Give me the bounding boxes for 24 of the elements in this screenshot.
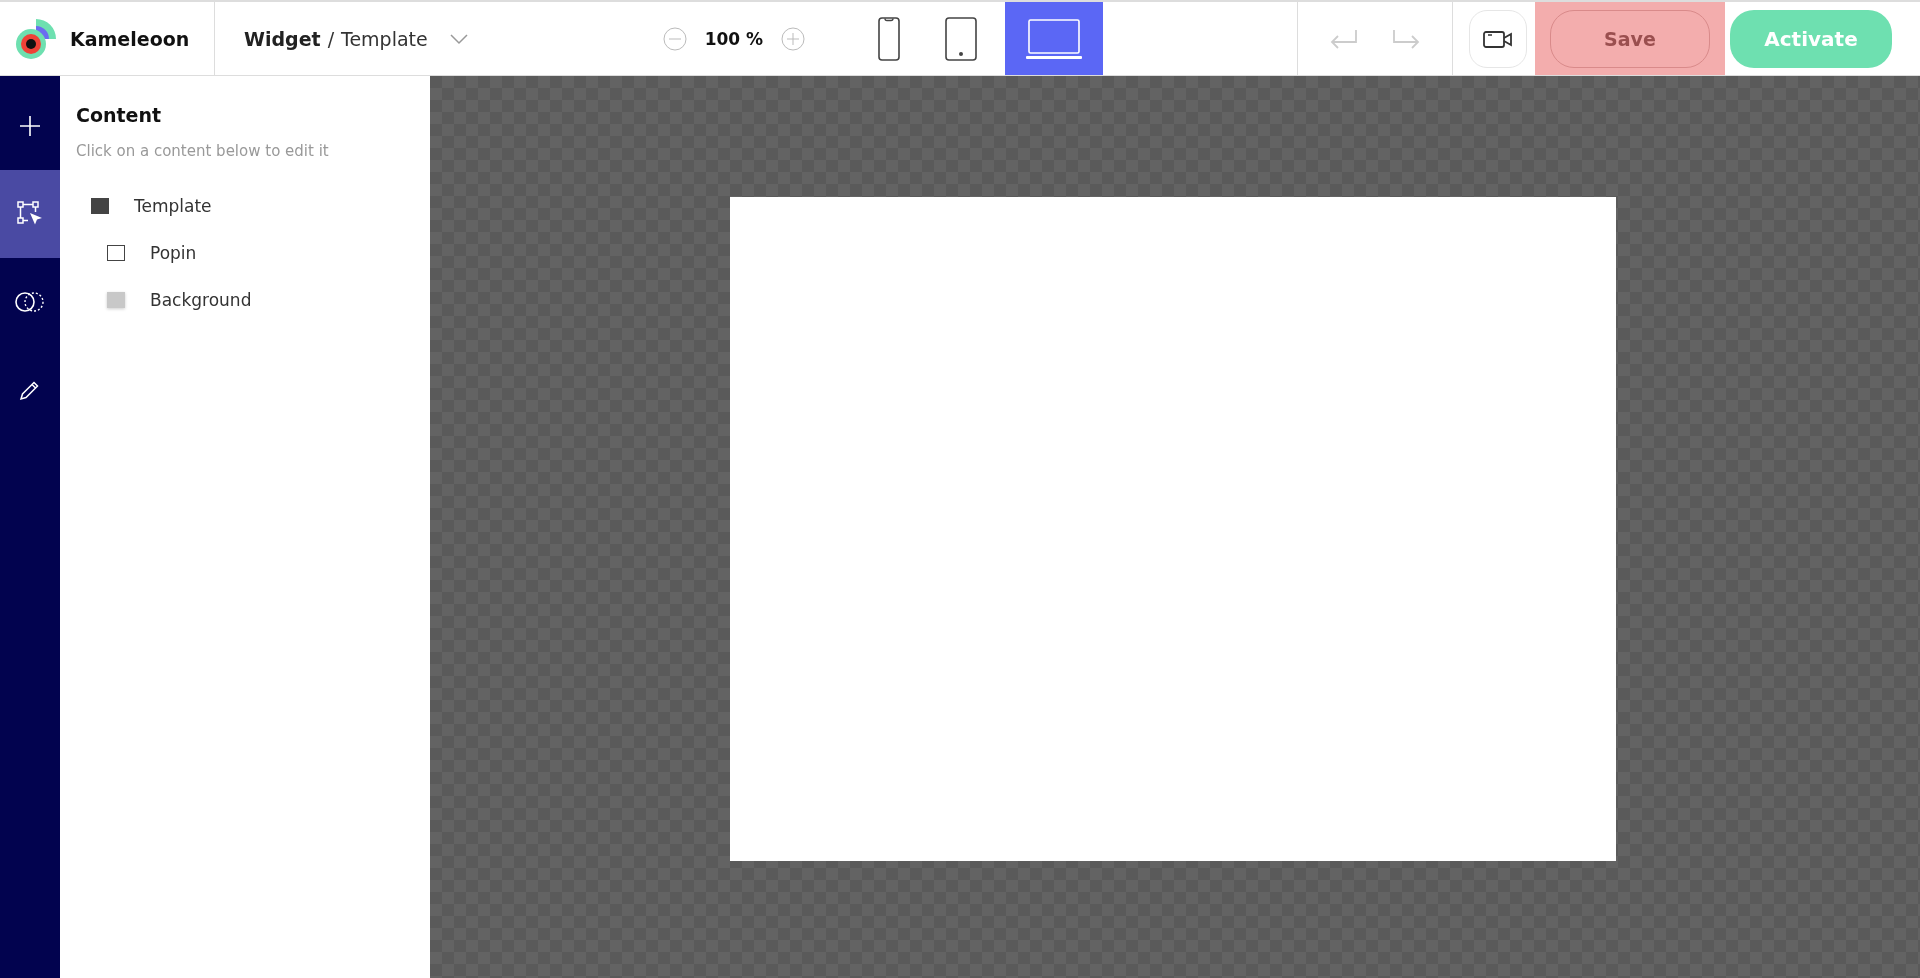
panel-hint: Click on a content below to edit it bbox=[76, 142, 330, 160]
video-button[interactable] bbox=[1469, 9, 1527, 68]
chevron-down-icon bbox=[448, 32, 469, 45]
video-camera-icon bbox=[1483, 28, 1513, 49]
laptop-icon bbox=[1026, 18, 1083, 59]
logo-icon bbox=[14, 16, 58, 61]
breadcrumb-dropdown[interactable]: Widget / Template bbox=[244, 27, 469, 50]
circles-icon bbox=[14, 290, 46, 314]
brand-name: Kameleoon bbox=[70, 27, 190, 50]
layer-swatch-icon bbox=[91, 197, 109, 214]
layer-item[interactable]: Background bbox=[150, 289, 252, 310]
phone-icon bbox=[878, 16, 901, 61]
laptop-view-tab[interactable] bbox=[1005, 2, 1104, 75]
layer-swatch-icon bbox=[107, 244, 125, 261]
layer-swatch-icon bbox=[107, 291, 125, 308]
panel-title: Content bbox=[76, 104, 163, 126]
plus-circle-icon bbox=[781, 26, 806, 51]
tablet-icon bbox=[945, 16, 978, 61]
plus-icon bbox=[18, 114, 42, 138]
minus-circle-icon bbox=[662, 26, 687, 51]
selection-tool[interactable] bbox=[0, 170, 60, 258]
zoom-level: 100 % bbox=[704, 28, 764, 49]
layer-item[interactable]: Template bbox=[134, 195, 212, 216]
layer-item[interactable]: Popin bbox=[150, 242, 197, 263]
